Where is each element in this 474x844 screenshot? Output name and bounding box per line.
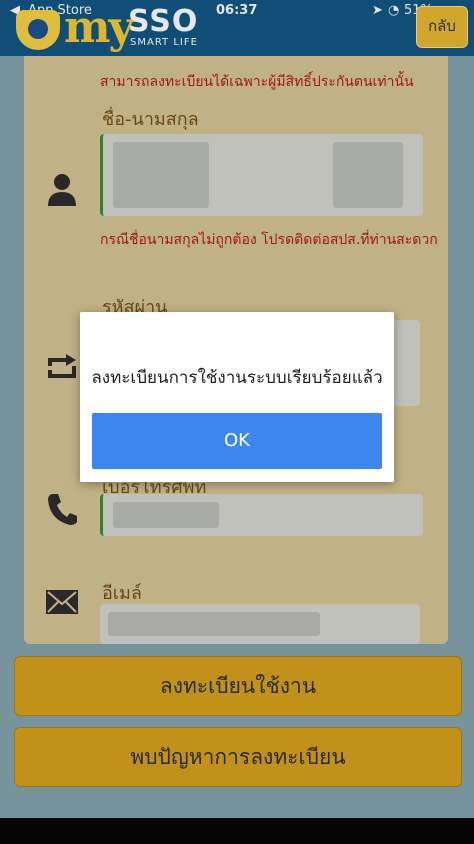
- dialog-message: ลงทะเบียนการใช้งานระบบเรียบร้อยแล้ว: [91, 368, 383, 388]
- success-dialog: ลงทะเบียนการใช้งานระบบเรียบร้อยแล้ว OK: [80, 312, 394, 482]
- ok-button[interactable]: OK: [92, 413, 382, 469]
